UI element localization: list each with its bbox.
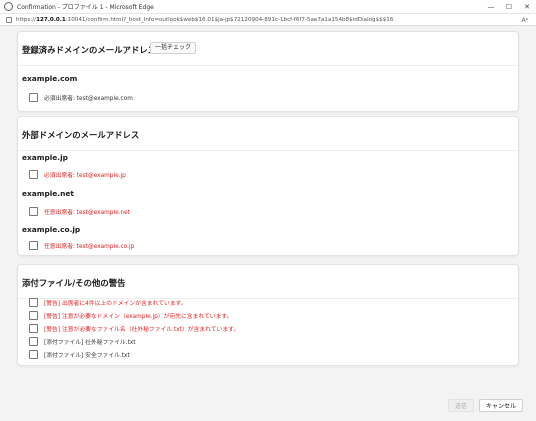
attachment-row[interactable]: [添付ファイル] 安全ファイル.txt <box>29 349 130 359</box>
external-section-title: 外部ドメインのメールアドレス <box>22 130 140 140</box>
window-title: Confirmation - プロファイル 1 - Microsoft Edge <box>17 4 154 11</box>
external-domains-card: 外部ドメインのメールアドレス example.jp 必須出席者: test@ex… <box>17 116 519 256</box>
maximize-icon[interactable]: ☐ <box>500 0 518 14</box>
dialog-footer: 送信 キャンセル <box>447 399 523 412</box>
domain-label: example.net <box>22 189 74 198</box>
warning-row[interactable]: [警告] 注意が必要なドメイン（example.jp）が宛先に含まれています。 <box>29 310 232 320</box>
cancel-button[interactable]: キャンセル <box>478 399 523 412</box>
warning-label: [警告] 注意が必要なドメイン（example.jp）が宛先に含まれています。 <box>44 313 233 320</box>
dialog-content: 登録済みドメインのメールアドレス 一括チェック example.com 必須出席… <box>0 27 536 421</box>
edge-browser-icon <box>4 2 13 11</box>
domain-label: example.com <box>22 74 78 83</box>
recipient-checkbox[interactable] <box>29 240 38 250</box>
url-prefix: https:// <box>16 16 37 23</box>
recipient-label: 任意出席者: test@example.co.jp <box>44 243 135 250</box>
address-bar[interactable]: https://127.0.0.1:10041/confirm.html?_ho… <box>0 14 536 26</box>
recipient-label: 必須出席者: test@example.com <box>44 95 133 102</box>
lock-icon[interactable] <box>6 16 12 23</box>
attachments-section-title: 添付ファイル/その他の警告 <box>22 278 126 288</box>
close-icon[interactable]: ✕ <box>518 0 536 14</box>
warning-row[interactable]: [警告] 注意が必要なファイル名（社外秘ファイル.txt）が含まれています。 <box>29 323 239 333</box>
warning-label: [警告] 出席者に4件以上のドメインが含まれています。 <box>44 300 187 307</box>
recipient-row[interactable]: 任意出席者: test@example.co.jp <box>29 240 134 250</box>
read-aloud-icon[interactable]: Aᵃ <box>522 17 528 24</box>
url-text[interactable]: https://127.0.0.1:10041/confirm.html?_ho… <box>16 17 511 23</box>
attachments-card-header: 添付ファイル/その他の警告 <box>18 265 518 299</box>
recipient-checkbox[interactable] <box>29 206 38 216</box>
warning-row[interactable]: [警告] 出席者に4件以上のドメインが含まれています。 <box>29 297 187 307</box>
recipient-row[interactable]: 任意出席者: test@example.net <box>29 206 130 216</box>
warning-checkbox[interactable] <box>29 323 38 333</box>
recipient-label: 任意出席者: test@example.net <box>44 209 131 216</box>
registered-card-header: 登録済みドメインのメールアドレス 一括チェック <box>18 32 518 66</box>
window-controls: — ☐ ✕ <box>482 0 536 14</box>
recipient-checkbox[interactable] <box>29 169 38 179</box>
minimize-icon[interactable]: — <box>482 0 500 14</box>
attachment-checkbox[interactable] <box>29 349 38 359</box>
recipient-label: 必須出席者: test@example.jp <box>44 172 126 179</box>
send-button[interactable]: 送信 <box>447 399 474 412</box>
attachment-label: [添付ファイル] 安全ファイル.txt <box>44 352 130 359</box>
url-path: :10041/confirm.html?_host_Info=outlook$w… <box>65 16 394 23</box>
bulk-check-button[interactable]: 一括チェック <box>150 42 197 54</box>
recipient-row[interactable]: 必須出席者: test@example.com <box>29 92 133 102</box>
registered-domains-card: 登録済みドメインのメールアドレス 一括チェック example.com 必須出席… <box>17 31 519 112</box>
warning-checkbox[interactable] <box>29 310 38 320</box>
attachment-label: [添付ファイル] 社外秘ファイル.txt <box>44 339 136 346</box>
warning-label: [警告] 注意が必要なファイル名（社外秘ファイル.txt）が含まれています。 <box>44 326 240 333</box>
window-titlebar: Confirmation - プロファイル 1 - Microsoft Edge… <box>0 0 536 14</box>
registered-section-title: 登録済みドメインのメールアドレス <box>22 45 156 55</box>
attachment-row[interactable]: [添付ファイル] 社外秘ファイル.txt <box>29 336 136 346</box>
external-card-header: 外部ドメインのメールアドレス <box>18 117 518 151</box>
attachment-checkbox[interactable] <box>29 336 38 346</box>
recipient-row[interactable]: 必須出席者: test@example.jp <box>29 169 126 179</box>
warning-checkbox[interactable] <box>29 297 38 307</box>
domain-label: example.co.jp <box>22 225 81 234</box>
recipient-checkbox[interactable] <box>29 92 38 102</box>
url-host: 127.0.0.1 <box>36 16 66 23</box>
attachments-warnings-card: 添付ファイル/その他の警告 [警告] 出席者に4件以上のドメインが含まれています… <box>17 264 519 366</box>
domain-label: example.jp <box>22 153 68 162</box>
